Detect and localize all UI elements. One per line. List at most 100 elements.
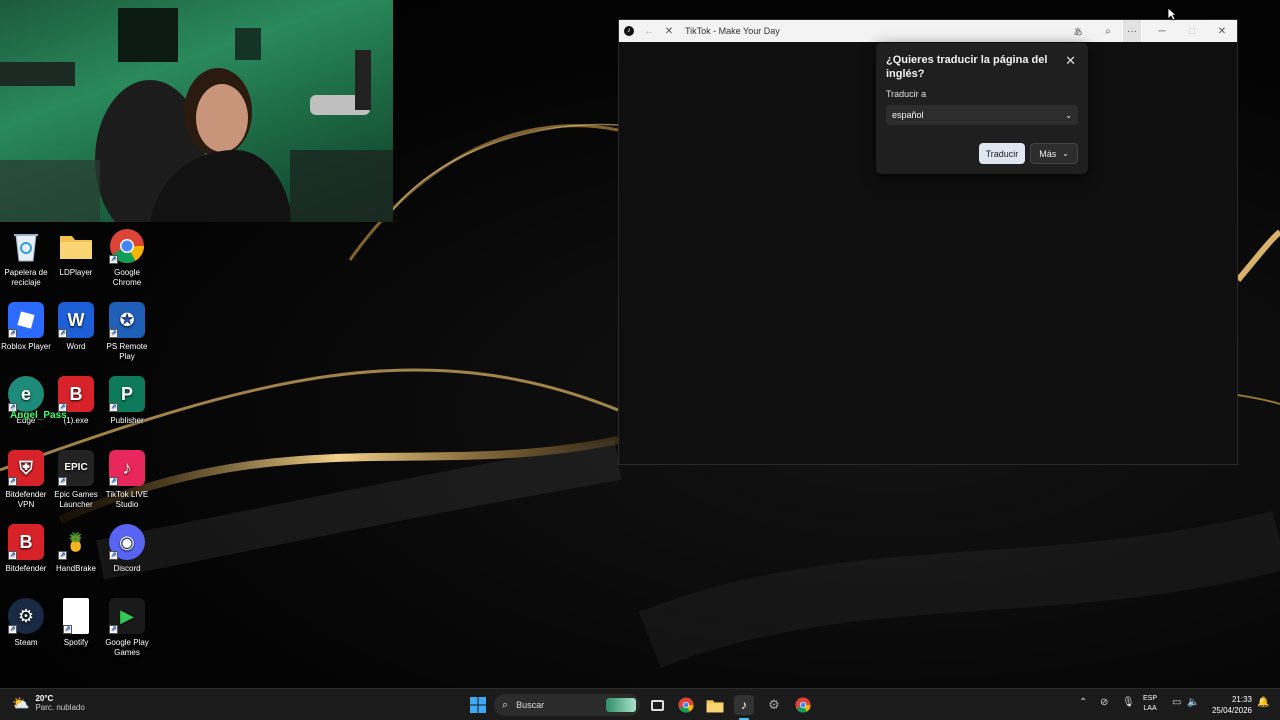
bitdefender-vpn-icon: ⛨ ↗: [8, 450, 44, 486]
epic-games-icon: EPIC ↗: [58, 450, 94, 486]
browser-titlebar: ♪ ← ✕ TikTok - Make Your Day あ ⌕ ··· ─ □…: [619, 20, 1237, 42]
language-select[interactable]: español ⌄: [886, 105, 1078, 125]
clock-date: 25/04/2026: [1211, 706, 1252, 715]
system-clock[interactable]: 21:33 25/04/2026: [1212, 694, 1252, 716]
taskbar-extra-app[interactable]: ⚙: [764, 695, 784, 715]
temperature: 20°C: [35, 694, 54, 703]
desktop-icon-ps-remote-play[interactable]: ✪ ↗ PS Remote Play: [101, 302, 153, 362]
translate-icon[interactable]: あ: [1063, 20, 1093, 42]
bitdefender-exe-icon: B ↗: [58, 376, 94, 412]
desktop-icon-label: Publisher: [110, 416, 144, 425]
notification-bell-icon[interactable]: 🔔: [1257, 697, 1269, 708]
desktop-icon-label: Steam: [14, 638, 38, 647]
desktop-icon-steam[interactable]: ⚙ ↗ Steam: [0, 598, 52, 648]
search-icon: ⌕: [502, 698, 509, 711]
desktop-icon-bitdefender-vpn[interactable]: ⛨ ↗ Bitdefender VPN: [0, 450, 52, 510]
taskbar-chrome-2[interactable]: [793, 695, 813, 715]
task-view-button[interactable]: [647, 695, 667, 715]
desktop-icon-recycle-bin[interactable]: Papelera de reciclaje: [0, 228, 52, 288]
desktop-icon-handbrake[interactable]: 🍍 ↗ HandBrake: [50, 524, 102, 574]
search-highlight-icon: [606, 698, 636, 712]
keyboard-layout: LAA: [1143, 705, 1157, 712]
desktop-icon-publisher[interactable]: P ↗ Publisher: [101, 376, 153, 426]
desktop-icon-label: Discord: [113, 564, 141, 573]
stream-overlay-text: Angel_Pass: [10, 410, 67, 421]
ps-remote-play-icon: ✪ ↗: [109, 302, 145, 338]
close-window-button[interactable]: ✕: [1207, 20, 1237, 42]
network-disabled-icon[interactable]: ⊘: [1100, 697, 1108, 708]
webcam-scene: [0, 8, 393, 222]
tiktok-favicon-icon: ♪: [619, 20, 639, 42]
tiktok-live-studio-icon: ♪ ↗: [109, 450, 145, 486]
google-play-games-icon: ▶ ↗: [109, 598, 145, 634]
taskbar-file-explorer[interactable]: [705, 695, 725, 715]
steam-icon: ⚙ ↗: [8, 598, 44, 634]
roblox-icon: ↗: [8, 302, 44, 338]
window-title: TikTok - Make Your Day: [685, 26, 780, 36]
desktop-icon-label: HandBrake: [55, 564, 97, 573]
desktop-icon-epic-games[interactable]: EPIC ↗ Epic Games Launcher: [50, 450, 102, 510]
display-icon[interactable]: ▭: [1172, 697, 1181, 708]
stop-loading-icon[interactable]: ✕: [659, 20, 679, 42]
zoom-search-icon[interactable]: ⌕: [1093, 20, 1123, 42]
desktop-icon-label: Bitdefender: [5, 564, 47, 573]
edge-icon: e ↗: [8, 376, 44, 412]
weather-widget[interactable]: ⛅ 20°C Parc. nublado: [12, 694, 85, 712]
desktop-icon-ldplayer[interactable]: LDPlayer: [50, 228, 102, 278]
chrome-icon: ↗: [109, 228, 145, 264]
chrome-icon: [678, 697, 694, 713]
desktop-icon-tiktok-live-studio[interactable]: ♪ ↗ TikTok LIVE Studio: [101, 450, 153, 510]
taskbar-search[interactable]: ⌕ Buscar: [494, 694, 640, 716]
discord-icon: ◉ ↗: [109, 524, 145, 560]
clock-time: 21:33: [1231, 695, 1252, 704]
partly-cloudy-icon: ⛅: [12, 694, 30, 711]
publisher-icon: P ↗: [109, 376, 145, 412]
chevron-down-icon: ⌄: [1065, 110, 1072, 120]
desktop-icon-discord[interactable]: ◉ ↗ Discord: [101, 524, 153, 574]
translate-question: ¿Quieres traducir la página del inglés?: [886, 54, 1048, 80]
taskbar: ⛅ 20°C Parc. nublado ⌕ Buscar ♪ ⚙ ⌃ ⊘ 🎙 …: [0, 688, 1280, 720]
desktop-icon-label: Papelera de reciclaje: [4, 268, 48, 287]
tiktok-icon: ♪: [741, 698, 747, 712]
translate-popup: ¿Quieres traducir la página del inglés? …: [876, 43, 1088, 174]
close-popup-icon[interactable]: ✕: [1065, 53, 1076, 69]
translate-to-label: Traducir a: [886, 89, 927, 99]
taskbar-tiktok[interactable]: ♪: [734, 695, 754, 715]
desktop-icon-label: Google Chrome: [112, 268, 142, 287]
desktop-icon-spotify[interactable]: ↗ Spotify: [50, 598, 102, 648]
recycle-bin-icon: [8, 228, 44, 264]
desktop-icon-word[interactable]: W ↗ Word: [50, 302, 102, 352]
search-placeholder: Buscar: [516, 700, 545, 710]
desktop-icon-label: Google Play Games: [105, 638, 149, 657]
desktop-icon-label: Roblox Player: [1, 342, 51, 351]
language-code: ESP: [1143, 695, 1158, 702]
more-button[interactable]: Más ⌄: [1030, 143, 1078, 164]
input-language[interactable]: ESP LAA: [1143, 694, 1157, 714]
desktop-icon-google-chrome[interactable]: ↗ Google Chrome: [101, 228, 153, 288]
settings-gear-icon: ⚙: [768, 697, 780, 712]
selected-language: español: [892, 110, 924, 120]
bitdefender-icon: B ↗: [8, 524, 44, 560]
more-options-icon[interactable]: ···: [1123, 20, 1141, 42]
chevron-down-icon: ⌄: [1062, 149, 1069, 158]
desktop-icon-roblox[interactable]: ↗ Roblox Player: [0, 302, 52, 352]
volume-icon[interactable]: 🔈: [1187, 697, 1199, 708]
minimize-button[interactable]: ─: [1147, 20, 1177, 42]
maximize-button[interactable]: □: [1177, 20, 1207, 42]
desktop-icon-label: Bitdefender VPN: [5, 490, 47, 509]
microphone-icon[interactable]: 🎙: [1122, 697, 1135, 708]
windows-logo-icon: [470, 697, 486, 713]
show-hidden-icons-chevron-up-icon[interactable]: ⌃: [1079, 697, 1087, 708]
word-icon: W ↗: [58, 302, 94, 338]
back-arrow-icon[interactable]: ←: [639, 20, 659, 42]
translate-button[interactable]: Traducir: [978, 143, 1026, 164]
start-button[interactable]: [468, 695, 488, 715]
handbrake-icon: 🍍 ↗: [58, 532, 88, 560]
desktop-icon-bitdefender[interactable]: B ↗ Bitdefender: [0, 524, 52, 574]
blank-file-icon: ↗: [63, 598, 89, 634]
folder-icon: [58, 228, 94, 264]
taskbar-chrome[interactable]: [676, 695, 696, 715]
desktop-icon-google-play-games[interactable]: ▶ ↗ Google Play Games: [101, 598, 153, 658]
desktop-icon-label: Epic Games Launcher: [54, 490, 98, 509]
task-view-icon: [650, 699, 664, 711]
